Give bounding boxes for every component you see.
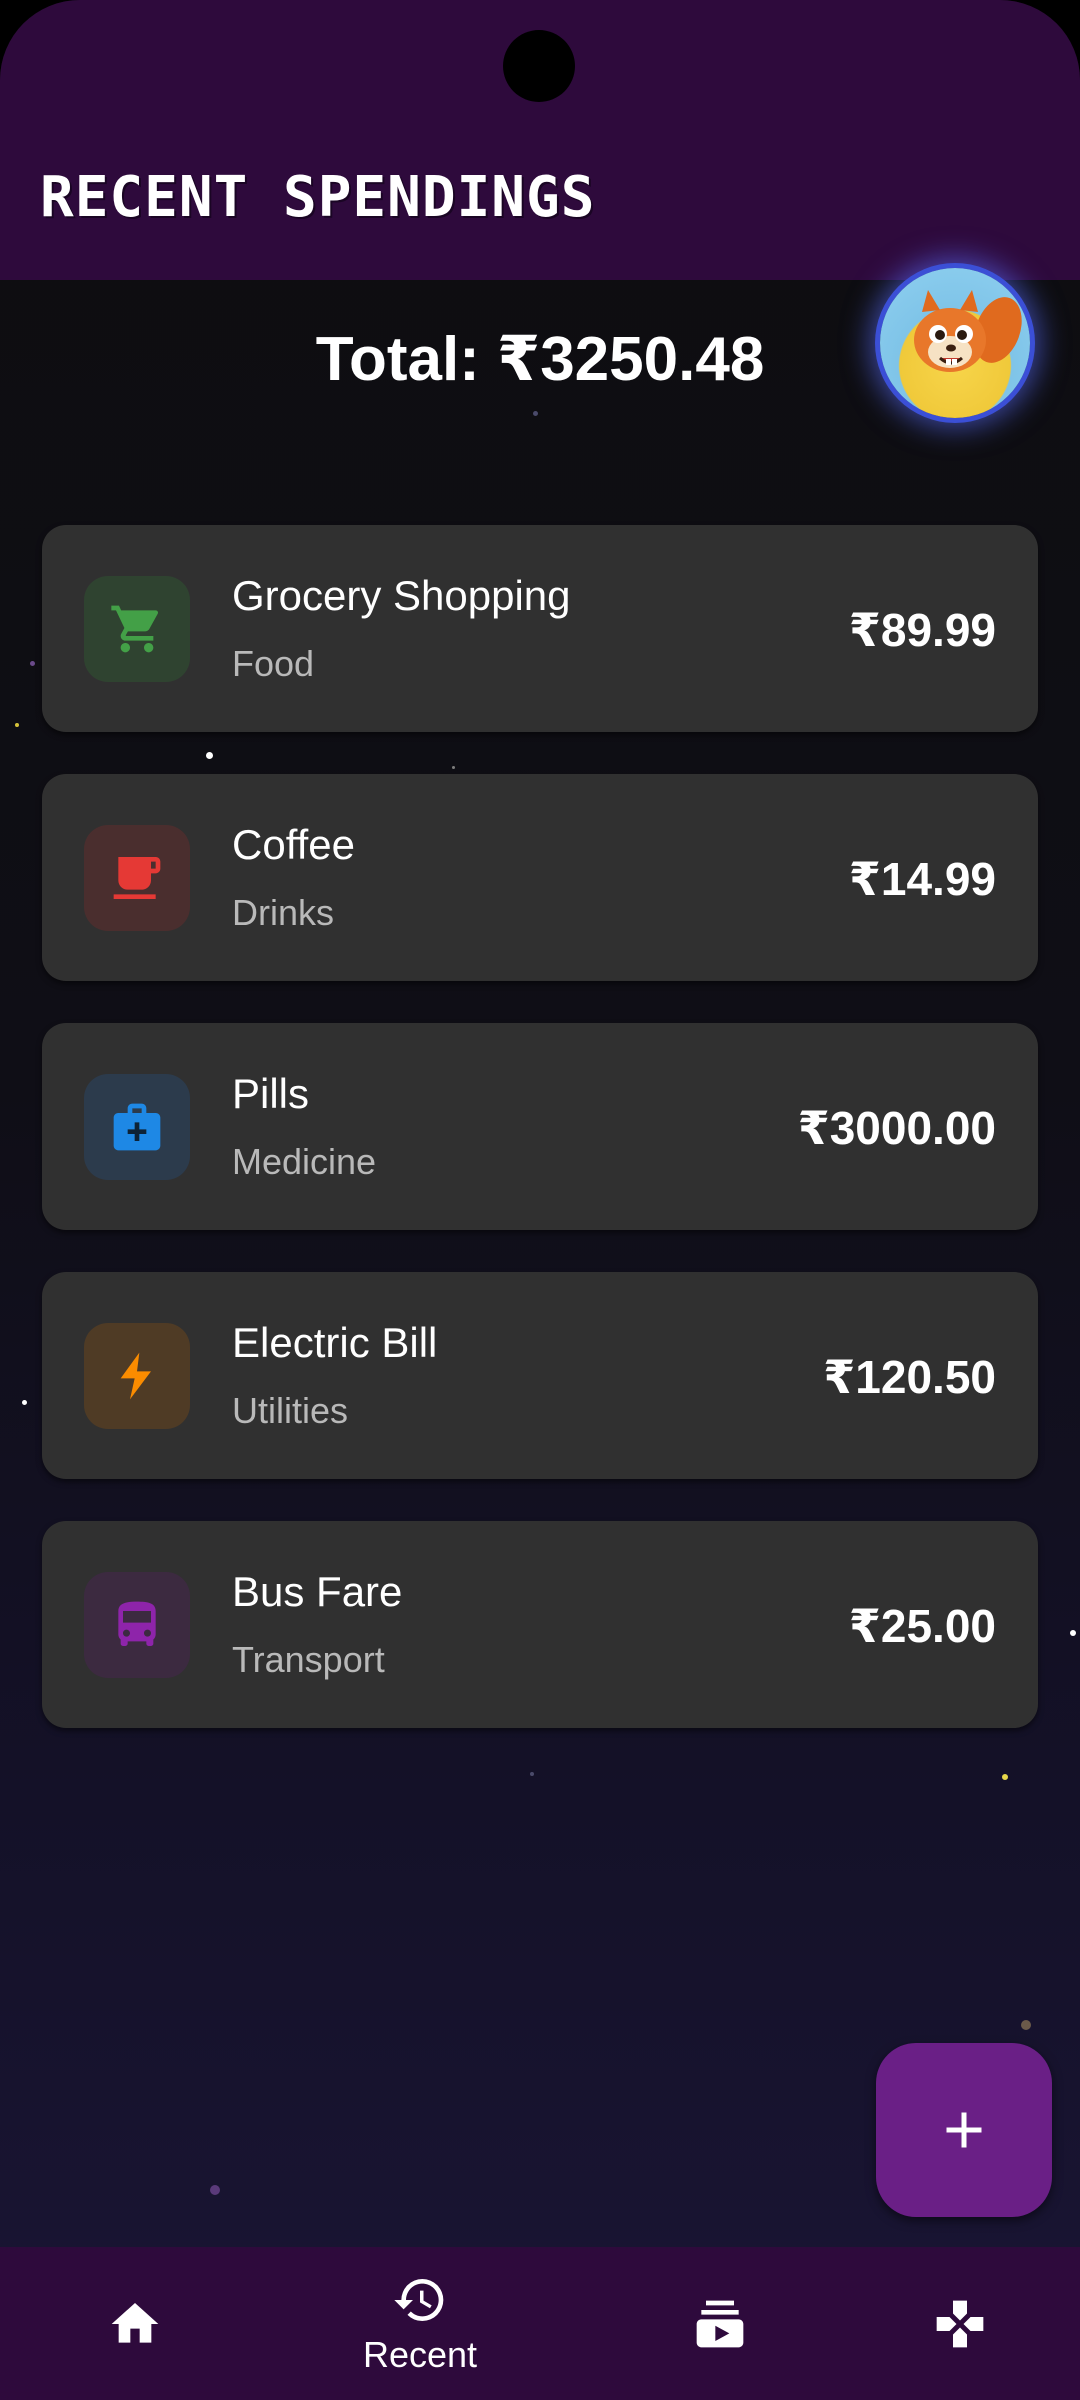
- app-screen: RECENT SPENDINGS Total: ₹3250.48 Grocery…: [0, 0, 1080, 2400]
- star-decoration: [30, 661, 35, 666]
- nav-games[interactable]: [825, 2247, 1080, 2400]
- lightning-icon: [120, 1352, 151, 1400]
- star-decoration: [533, 411, 538, 416]
- star-decoration: [15, 723, 19, 727]
- medical-kit-icon-container: [84, 1074, 190, 1180]
- lightning-icon-container: [84, 1323, 190, 1429]
- star-decoration: [210, 2185, 220, 2195]
- spending-amount: ₹3000.00: [797, 1102, 996, 1154]
- spendings-list: Grocery Shopping Food ₹89.99 Coffee Drin…: [42, 525, 1038, 1770]
- spending-category: Drinks: [232, 892, 335, 933]
- nav-subscriptions[interactable]: [585, 2247, 855, 2400]
- cart-icon: [111, 605, 159, 653]
- camera-cutout: [503, 30, 575, 102]
- star-decoration: [530, 1772, 534, 1776]
- page-title: RECENT SPENDINGS: [40, 165, 596, 230]
- plus-icon: [946, 2112, 982, 2148]
- spending-amount: ₹89.99: [848, 604, 996, 656]
- star-decoration: [1070, 1630, 1076, 1636]
- bottom-navigation: Recent: [0, 2247, 1080, 2400]
- spending-card-pills[interactable]: Pills Medicine ₹3000.00: [42, 1023, 1038, 1230]
- spending-card-grocery[interactable]: Grocery Shopping Food ₹89.99: [42, 525, 1038, 732]
- spending-card-coffee[interactable]: Coffee Drinks ₹14.99: [42, 774, 1038, 981]
- medical-kit-icon: [113, 1103, 161, 1151]
- cart-icon-container: [84, 576, 190, 682]
- bus-icon: [118, 1601, 156, 1646]
- coffee-cup-icon: [113, 857, 161, 899]
- spending-category: Transport: [232, 1639, 385, 1680]
- history-icon: [394, 2278, 444, 2321]
- add-spending-button[interactable]: [876, 2043, 1052, 2217]
- nav-home[interactable]: [0, 2247, 270, 2400]
- spending-category: Food: [232, 643, 315, 684]
- spending-card-electric-bill[interactable]: Electric Bill Utilities ₹120.50: [42, 1272, 1038, 1479]
- spending-card-bus-fare[interactable]: Bus Fare Transport ₹25.00: [42, 1521, 1038, 1728]
- spending-title: Pills: [232, 1070, 310, 1117]
- nav-label-recent: Recent: [362, 2333, 478, 2375]
- spending-category: Medicine: [232, 1141, 377, 1182]
- spending-amount: ₹14.99: [848, 853, 996, 905]
- spending-category: Utilities: [232, 1390, 349, 1431]
- spending-amount: ₹120.50: [823, 1351, 996, 1403]
- home-icon: [111, 2302, 159, 2343]
- coffee-cup-icon-container: [84, 825, 190, 931]
- spending-amount: ₹25.00: [848, 1600, 996, 1652]
- bus-icon-container: [84, 1572, 190, 1678]
- subscriptions-icon: [696, 2300, 744, 2347]
- spending-title: Bus Fare: [232, 1568, 403, 1615]
- spending-title: Grocery Shopping: [232, 572, 571, 619]
- gamepad-icon: [936, 2300, 984, 2347]
- star-decoration: [1002, 1774, 1008, 1780]
- star-decoration: [22, 1400, 27, 1405]
- spending-title: Coffee: [232, 821, 355, 868]
- app-header: RECENT SPENDINGS: [0, 0, 1080, 280]
- spending-title: Electric Bill: [232, 1319, 438, 1366]
- nav-recent[interactable]: Recent: [285, 2247, 555, 2400]
- total-amount: Total: ₹3250.48: [315, 325, 765, 394]
- star-decoration: [1021, 2020, 1031, 2030]
